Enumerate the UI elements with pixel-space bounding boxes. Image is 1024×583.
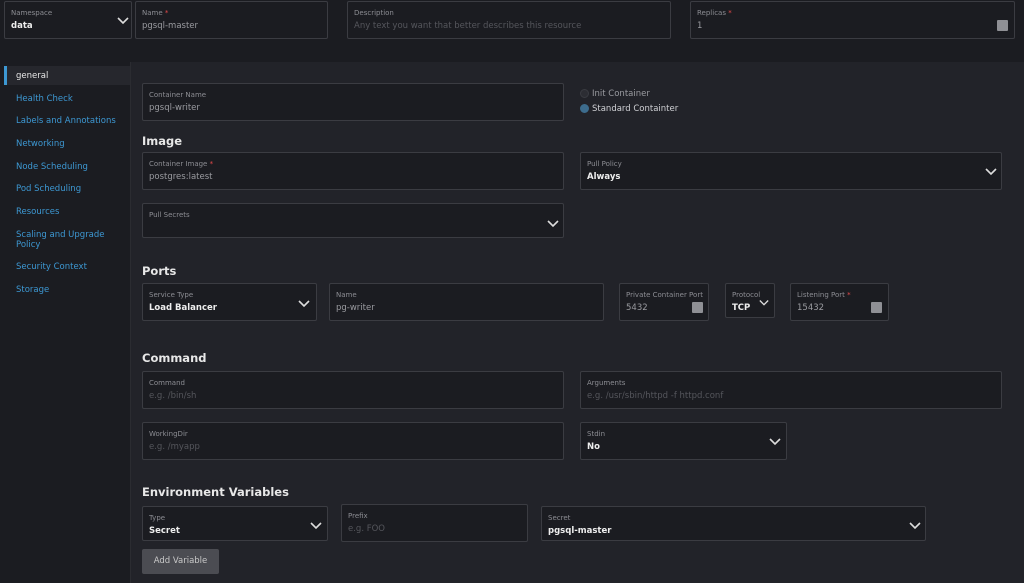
command-field[interactable]: Command e.g. /bin/sh [142, 371, 564, 409]
name-value: pgsql-master [142, 21, 199, 31]
private-port-field[interactable]: Private Container Port 5432 [619, 283, 709, 321]
name-label: Name [142, 9, 163, 17]
workingdir-field[interactable]: WorkingDir e.g. /myapp [142, 422, 564, 460]
listening-port-label: Listening Port [797, 291, 845, 299]
init-container-label[interactable]: Init Container [592, 89, 650, 99]
port-name-field[interactable]: Name pg-writer [329, 283, 604, 321]
env-secret-select[interactable]: Secret pgsql-master [541, 506, 926, 541]
workingdir-placeholder: e.g. /myapp [149, 442, 200, 452]
stdin-value: No [587, 442, 600, 452]
stdin-select[interactable]: Stdin No [580, 422, 787, 460]
pull-secrets-label: Pull Secrets [149, 211, 190, 219]
sidebar-item-networking[interactable]: Networking [16, 139, 65, 149]
namespace-select[interactable]: Namespace data [4, 1, 132, 39]
port-name-value: pg-writer [336, 303, 375, 313]
sidebar-item-labels-annotations[interactable]: Labels and Annotations [16, 116, 116, 126]
stepper-icon[interactable] [997, 20, 1008, 31]
required-marker: * [847, 291, 851, 299]
protocol-select[interactable]: Protocol TCP [725, 283, 775, 318]
standard-container-label[interactable]: Standard Containter [592, 104, 678, 114]
env-prefix-field[interactable]: Prefix e.g. FOO [341, 504, 528, 542]
replicas-field[interactable]: Replicas * 1 [690, 1, 1015, 39]
protocol-value: TCP [732, 303, 751, 313]
description-placeholder: Any text you want that better describes … [354, 21, 582, 31]
env-type-select[interactable]: Type Secret [142, 506, 328, 541]
ports-section-title: Ports [142, 264, 177, 278]
arguments-field[interactable]: Arguments e.g. /usr/sbin/httpd -f httpd.… [580, 371, 1002, 409]
port-name-label: Name [336, 291, 357, 299]
sidebar-item-health-check[interactable]: Health Check [16, 94, 73, 104]
radio-icon[interactable] [580, 89, 589, 98]
replicas-value: 1 [697, 21, 703, 31]
protocol-label: Protocol [732, 291, 761, 299]
command-section-title: Command [142, 351, 207, 365]
env-type-value: Secret [149, 526, 180, 536]
pull-policy-value: Always [587, 172, 621, 182]
chevron-down-icon [909, 522, 921, 530]
namespace-value: data [11, 21, 33, 31]
pull-policy-label: Pull Policy [587, 160, 622, 168]
container-image-field[interactable]: Container Image * postgres:latest [142, 152, 564, 190]
sidebar-item-storage[interactable]: Storage [16, 285, 49, 295]
chevron-down-icon [310, 522, 322, 530]
chevron-down-icon [769, 438, 781, 446]
container-name-value: pgsql-writer [149, 103, 200, 113]
pull-policy-select[interactable]: Pull Policy Always [580, 152, 1002, 190]
stepper-icon[interactable] [871, 302, 882, 313]
chevron-down-icon [547, 220, 559, 228]
service-type-select[interactable]: Service Type Load Balancer [142, 283, 317, 321]
namespace-label: Namespace [11, 9, 53, 17]
workingdir-label: WorkingDir [149, 430, 188, 438]
required-marker: * [164, 9, 169, 17]
sidebar-item-general[interactable]: general [16, 71, 48, 81]
required-marker: * [728, 9, 732, 17]
replicas-label: Replicas [697, 9, 726, 17]
env-type-label: Type [149, 514, 166, 522]
chevron-down-icon [117, 17, 129, 25]
required-marker: * [209, 160, 214, 168]
private-port-value: 5432 [626, 303, 648, 313]
service-type-label: Service Type [149, 291, 194, 299]
sidebar-active-indicator [4, 66, 7, 85]
stepper-icon[interactable] [692, 302, 703, 313]
sidebar-item-security-context[interactable]: Security Context [16, 262, 87, 272]
container-name-label: Container Name [149, 91, 207, 99]
stdin-label: Stdin [587, 430, 606, 438]
listening-port-field[interactable]: Listening Port * 15432 [790, 283, 889, 321]
add-variable-button[interactable]: Add Variable [142, 549, 219, 574]
sidebar-item-scaling-upgrade[interactable]: Scaling and Upgrade Policy [16, 230, 116, 250]
command-placeholder: e.g. /bin/sh [149, 391, 197, 401]
container-image-value: postgres:latest [149, 172, 213, 182]
arguments-placeholder: e.g. /usr/sbin/httpd -f httpd.conf [587, 391, 724, 401]
env-prefix-label: Prefix [348, 512, 368, 520]
top-bar: Namespace data Name * pgsql-master Descr… [0, 0, 1024, 48]
chevron-down-icon [759, 300, 769, 306]
description-field[interactable]: Description Any text you want that bette… [347, 1, 671, 39]
pull-secrets-select[interactable]: Pull Secrets [142, 203, 564, 238]
radio-icon[interactable] [580, 104, 589, 113]
env-secret-value: pgsql-master [548, 526, 612, 536]
sidebar-item-pod-scheduling[interactable]: Pod Scheduling [16, 184, 81, 194]
description-label: Description [354, 9, 394, 17]
image-section-title: Image [142, 134, 183, 148]
chevron-down-icon [985, 168, 997, 176]
private-port-label: Private Container Port [626, 291, 703, 299]
chevron-down-icon [298, 300, 310, 308]
container-name-field[interactable]: Container Name pgsql-writer [142, 83, 564, 121]
listening-port-value: 15432 [797, 303, 825, 313]
name-field[interactable]: Name * pgsql-master [135, 1, 328, 39]
container-image-label: Container Image [149, 160, 208, 168]
env-prefix-placeholder: e.g. FOO [348, 524, 386, 534]
env-secret-label: Secret [548, 514, 571, 522]
sidebar-item-node-scheduling[interactable]: Node Scheduling [16, 162, 88, 172]
arguments-label: Arguments [587, 379, 626, 387]
command-label: Command [149, 379, 185, 387]
sidebar-item-resources[interactable]: Resources [16, 207, 59, 217]
service-type-value: Load Balancer [149, 303, 217, 313]
main-panel [130, 62, 1024, 583]
env-section-title: Environment Variables [142, 485, 289, 499]
